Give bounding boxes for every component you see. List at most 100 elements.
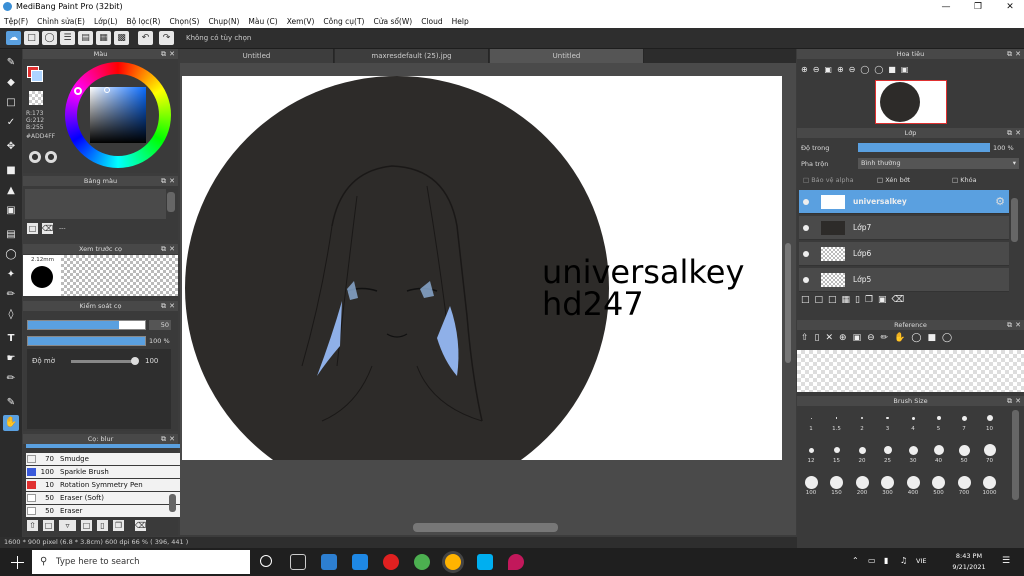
- redo-icon[interactable]: ↷: [159, 31, 174, 45]
- medibang-icon[interactable]: [508, 554, 524, 570]
- brush-size-option[interactable]: 100: [799, 474, 823, 496]
- close-icon[interactable]: ✕: [1015, 320, 1021, 330]
- trash-icon[interactable]: ⌫: [135, 520, 146, 531]
- popout-icon[interactable]: ⧉: [1007, 396, 1012, 406]
- brush-size-option[interactable]: 2: [850, 410, 874, 432]
- pen-tool-icon[interactable]: ✎: [3, 395, 19, 411]
- menu-filter[interactable]: Bộ lọc(R): [127, 17, 161, 26]
- blend-select[interactable]: Bình thường ▾: [858, 158, 1019, 169]
- brush-size-option[interactable]: 1.5: [825, 410, 849, 432]
- new-file-icon[interactable]: □: [24, 31, 39, 45]
- eraser-tool-icon[interactable]: ◆: [3, 75, 19, 91]
- layer-scrollbar[interactable]: [1011, 198, 1018, 242]
- menu-select[interactable]: Chọn(S): [169, 17, 199, 26]
- brush-size-option[interactable]: 20: [850, 442, 874, 464]
- layer-row[interactable]: Lớp5: [799, 268, 1009, 292]
- store-icon[interactable]: [321, 554, 337, 570]
- search-box[interactable]: ⚲ Type here to search: [32, 550, 250, 574]
- close-icon[interactable]: ✕: [169, 301, 175, 311]
- chrome-icon[interactable]: [445, 554, 461, 570]
- eye-icon[interactable]: [803, 225, 809, 231]
- mail-icon[interactable]: [352, 554, 368, 570]
- brush-item[interactable]: 70 Smudge: [26, 453, 187, 465]
- popout-icon[interactable]: ⧉: [1007, 320, 1012, 330]
- brush-item[interactable]: 100 Sparkle Brush: [26, 466, 187, 478]
- menu-layer[interactable]: Lớp(L): [94, 17, 118, 26]
- share-icon[interactable]: ◯: [42, 31, 57, 45]
- menu-edit[interactable]: Chỉnh sửa(E): [37, 17, 85, 26]
- brush-new-icon[interactable]: □: [43, 520, 54, 531]
- chevron-up-icon[interactable]: ⌃: [852, 556, 859, 565]
- close-icon[interactable]: ✕: [169, 244, 175, 254]
- palette-scrollbar[interactable]: [167, 192, 175, 212]
- eye-icon[interactable]: [803, 251, 809, 257]
- fill-rect-tool-icon[interactable]: ■: [3, 163, 19, 179]
- vertical-scrollbar[interactable]: [785, 243, 791, 363]
- tab-untitled-1[interactable]: Untitled: [180, 49, 334, 63]
- lock-checkbox[interactable]: □ Khóa: [952, 176, 977, 184]
- tab-maxresdefault[interactable]: maxresdefault (25).jpg: [335, 49, 489, 63]
- network-icon[interactable]: ▭: [868, 556, 876, 565]
- brush-size-option[interactable]: 150: [825, 474, 849, 496]
- text-tool-icon[interactable]: T: [3, 331, 19, 347]
- color-picker-icon[interactable]: ●: [45, 151, 57, 163]
- background-swatch[interactable]: [31, 70, 43, 82]
- brush-size-option[interactable]: 30: [901, 442, 925, 464]
- opera-icon[interactable]: [383, 554, 399, 570]
- brush-item[interactable]: 10 Rotation Symmetry Pen: [26, 479, 187, 491]
- layer-opacity-slider[interactable]: [858, 143, 990, 152]
- menu-window[interactable]: Cửa sổ(W): [373, 17, 412, 26]
- menu-snap[interactable]: Chụp(N): [208, 17, 239, 26]
- protect-alpha-checkbox[interactable]: □ Bảo vệ alpha: [803, 176, 854, 184]
- brush-item[interactable]: 50 Eraser (Soft): [26, 492, 187, 504]
- sv-handle[interactable]: [104, 87, 110, 93]
- brush-size-option[interactable]: 5: [927, 410, 951, 432]
- brush-add-icon[interactable]: ⇧: [27, 520, 38, 531]
- bucket-tool-icon[interactable]: ▲: [3, 183, 19, 199]
- popout-icon[interactable]: ⧉: [1007, 49, 1012, 59]
- layer-row[interactable]: Lớp7: [799, 216, 1009, 240]
- grid-icon[interactable]: ▦: [96, 31, 111, 45]
- dot-tool-icon[interactable]: □: [3, 95, 19, 111]
- cortana-icon[interactable]: [260, 555, 272, 567]
- panel-icon[interactable]: ▤: [78, 31, 93, 45]
- brush-list-scrollbar[interactable]: [169, 494, 176, 512]
- cloud-icon[interactable]: ☁: [6, 31, 21, 45]
- select-pen-tool-icon[interactable]: ✏: [3, 287, 19, 303]
- select-eraser-tool-icon[interactable]: ◊: [3, 307, 19, 323]
- clock[interactable]: 8:43 PM 9/21/2021: [948, 551, 990, 573]
- language-indicator[interactable]: VIE: [916, 557, 926, 565]
- brush-size-option[interactable]: 200: [850, 474, 874, 496]
- popout-icon[interactable]: ⧉: [161, 434, 166, 444]
- navigator-toolbar[interactable]: ⊕⊖▣⊕⊖◯◯■▣: [801, 65, 913, 74]
- task-view-icon[interactable]: [290, 554, 306, 570]
- brush-size-option[interactable]: 12: [799, 442, 823, 464]
- brush-size-option[interactable]: 25: [876, 442, 900, 464]
- brush-size-option[interactable]: 15: [825, 442, 849, 464]
- copy-icon[interactable]: ❐: [113, 520, 124, 531]
- brush-file-icon[interactable]: □: [81, 520, 92, 531]
- menu-view[interactable]: Xem(V): [287, 17, 315, 26]
- close-icon[interactable]: ✕: [1015, 128, 1021, 138]
- select-tool-icon[interactable]: ▤: [3, 227, 19, 243]
- clipping-checkbox[interactable]: □ Xén bớt: [877, 176, 910, 184]
- reference-area[interactable]: [797, 350, 1024, 392]
- move-tool-icon[interactable]: ✥: [3, 139, 19, 155]
- gear-icon[interactable]: ⚙: [995, 195, 1005, 208]
- popout-icon[interactable]: ⧉: [161, 49, 166, 59]
- brush-size-option[interactable]: 50: [952, 442, 976, 464]
- lasso-tool-icon[interactable]: ◯: [3, 247, 19, 263]
- saturation-value-square[interactable]: [90, 87, 146, 143]
- brush-size-option[interactable]: 70: [978, 442, 1002, 464]
- undo-icon[interactable]: ↶: [138, 31, 153, 45]
- brush-size-option[interactable]: 300: [876, 474, 900, 496]
- brush-size-option[interactable]: 4: [901, 410, 925, 432]
- menu-cloud[interactable]: Cloud: [421, 17, 442, 26]
- eyedropper-tool-icon[interactable]: ✏: [3, 371, 19, 387]
- horizontal-scrollbar[interactable]: [413, 523, 558, 532]
- brush-size-scrollbar[interactable]: [1012, 410, 1019, 500]
- shape-tool-icon[interactable]: ✓: [3, 115, 19, 131]
- menu-file[interactable]: Tệp(F): [4, 17, 28, 26]
- battery-icon[interactable]: ▮: [884, 556, 888, 565]
- brush-size-option[interactable]: 500: [927, 474, 951, 496]
